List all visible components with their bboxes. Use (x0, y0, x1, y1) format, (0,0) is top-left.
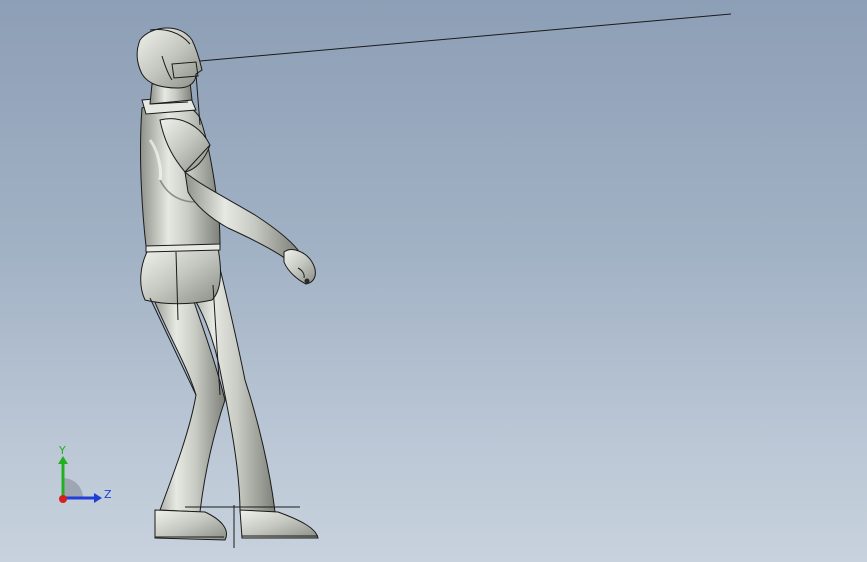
head (136, 27, 203, 89)
coordinate-triad: Y Z (58, 444, 112, 503)
y-axis-label: Y (58, 444, 66, 457)
x-axis-origin (59, 495, 67, 503)
sight-line (199, 13, 732, 62)
graphics-viewport[interactable]: Y Z (0, 0, 867, 562)
back-shoe (154, 509, 227, 541)
hips (140, 247, 221, 305)
hand (283, 249, 316, 285)
front-shoe (239, 509, 319, 539)
z-axis-arrow (94, 493, 102, 503)
z-axis-label: Z (104, 488, 112, 501)
y-axis-arrow (58, 456, 68, 464)
3d-model-human-figure[interactable] (0, 0, 867, 562)
